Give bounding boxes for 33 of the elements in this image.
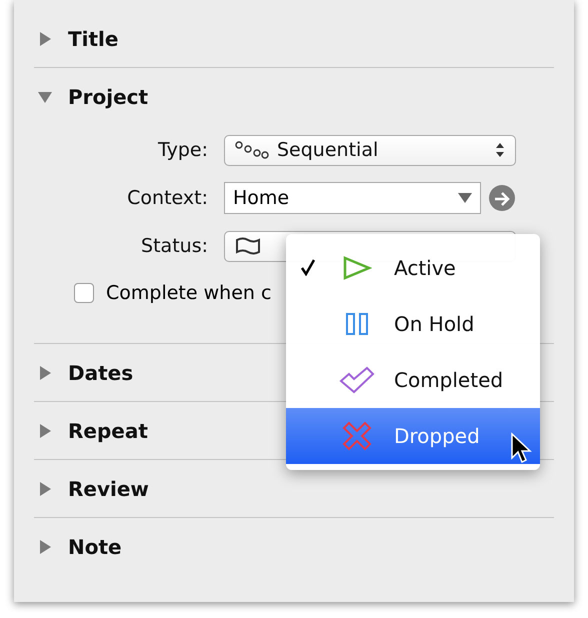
expand-triangle-icon[interactable]	[38, 32, 52, 46]
type-popup[interactable]: Sequential	[224, 134, 516, 166]
field-label: Type:	[156, 139, 209, 161]
stepper-arrows-icon	[495, 142, 505, 158]
menu-item[interactable]: Completed	[286, 352, 540, 408]
cross-icon	[342, 421, 372, 451]
menu-item[interactable]: On Hold	[286, 296, 540, 352]
section-title[interactable]: Project	[68, 84, 148, 108]
section-title[interactable]: Title	[68, 26, 118, 50]
field-label: Status:	[140, 235, 209, 257]
menu-item[interactable]: Dropped	[286, 408, 540, 464]
dropdown-triangle-icon	[458, 193, 472, 203]
expand-triangle-icon[interactable]	[38, 482, 52, 496]
play-triangle-icon	[342, 256, 372, 280]
expand-triangle-icon[interactable]	[38, 424, 52, 438]
checkmark-icon	[339, 366, 375, 394]
section-title[interactable]: Review	[68, 476, 149, 500]
flag-icon	[235, 237, 261, 255]
collapse-triangle-icon[interactable]	[38, 90, 52, 104]
context-combo-field[interactable]: Home	[224, 182, 481, 214]
checkbox[interactable]	[74, 283, 94, 303]
section-title[interactable]: Note	[68, 534, 122, 558]
mouse-pointer-icon	[510, 432, 532, 466]
menu-item[interactable]: Active	[286, 240, 540, 296]
section-title[interactable]: Repeat	[68, 418, 148, 442]
section-title[interactable]: Dates	[68, 360, 134, 384]
chain-icon	[235, 140, 269, 160]
expand-triangle-icon[interactable]	[38, 540, 52, 554]
expand-triangle-icon[interactable]	[38, 366, 52, 380]
pause-icon	[345, 312, 369, 336]
checkbox-label: Complete when c	[106, 282, 272, 304]
field-label: Context:	[126, 187, 209, 209]
checkmark-icon	[301, 258, 315, 276]
